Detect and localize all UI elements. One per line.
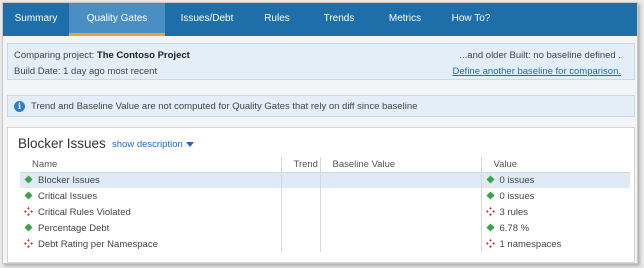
gate-name-cell: Critical Issues: [20, 188, 281, 204]
trend-cell: [280, 204, 320, 220]
column-header-name[interactable]: Name: [20, 157, 281, 173]
quality-gates-panel: Blocker Issues show description Name Tre…: [7, 127, 635, 263]
value-cell: 0 issues: [480, 188, 630, 204]
red-fail-diamond-icon: [24, 238, 33, 248]
table-row[interactable]: Critical Issues 0 issues: [20, 188, 630, 204]
app-frame: Summary Quality Gates Issues/Debt Rules …: [2, 2, 638, 264]
trend-cell: [280, 188, 320, 204]
caret-down-icon: [185, 141, 194, 147]
tab-bar: Summary Quality Gates Issues/Debt Rules …: [3, 3, 637, 36]
baseline-cell: [319, 188, 481, 204]
tab-trends[interactable]: Trends: [305, 3, 373, 36]
gate-name-cell: Blocker Issues: [20, 172, 281, 188]
trend-cell: [280, 220, 320, 236]
gate-name: Critical Issues: [38, 190, 98, 202]
show-description-label: show description: [112, 139, 183, 150]
trend-cell: [280, 236, 320, 252]
project-name: The Contoso Project: [96, 50, 190, 61]
tab-quality-gates[interactable]: Quality Gates: [69, 3, 165, 36]
table-row[interactable]: Percentage Debt 6.78 %: [20, 220, 630, 236]
table-row[interactable]: Blocker Issues 0 issues: [20, 172, 630, 188]
green-diamond-icon: [24, 175, 33, 184]
baseline-cell: [319, 220, 481, 236]
info-icon: i: [14, 101, 25, 112]
comparing-project-line: Comparing project: The Contoso Project: [14, 50, 190, 61]
gate-name: Percentage Debt: [38, 222, 110, 234]
gate-name-cell: Debt Rating per Namespace: [20, 236, 281, 252]
baseline-cell: [319, 172, 481, 188]
table-body: Blocker Issues 0 issues Critical Issues …: [20, 172, 630, 252]
value-cell: 1 namespaces: [480, 236, 630, 252]
gate-value: 0 issues: [499, 190, 535, 202]
baseline-cell: [319, 204, 481, 220]
green-diamond-icon: [485, 175, 495, 184]
green-diamond-icon: [485, 222, 495, 232]
comparing-label: Comparing project:: [14, 50, 95, 61]
gate-name-cell: Percentage Debt: [20, 220, 281, 236]
red-fail-diamond-icon: [485, 206, 495, 216]
value-cell: 6.78 %: [480, 220, 630, 236]
quality-gates-table: Name Trend Baseline Value Value Blocker …: [20, 157, 630, 252]
tab-issues-debt[interactable]: Issues/Debt: [165, 3, 249, 36]
value-cell: 3 rules: [480, 204, 630, 220]
gate-name: Critical Rules Violated: [38, 206, 131, 218]
gate-value: 1 namespaces: [499, 238, 562, 250]
baseline-cell: [319, 236, 481, 252]
green-diamond-icon: [24, 190, 33, 200]
show-description-link[interactable]: show description: [112, 139, 194, 150]
table-row[interactable]: Critical Rules Violated 3 rules: [20, 204, 630, 220]
value-cell: 0 issues: [480, 172, 630, 188]
baseline-status: ...and older Built: no baseline defined …: [459, 50, 621, 61]
baseline-notice: i Trend and Baseline Value are not compu…: [7, 95, 635, 117]
gate-name-cell: Critical Rules Violated: [20, 204, 281, 220]
gate-value: 6.78 %: [499, 222, 530, 234]
green-diamond-icon: [24, 222, 33, 232]
column-header-trend[interactable]: Trend: [280, 157, 320, 173]
gate-value: 0 issues: [499, 174, 535, 186]
tab-how-to[interactable]: How To?: [437, 3, 505, 36]
project-info-panel: Comparing project: The Contoso Project B…: [7, 43, 635, 80]
define-baseline-link[interactable]: Define another baseline for comparison.: [453, 66, 621, 77]
trend-cell: [280, 172, 320, 188]
tab-metrics[interactable]: Metrics: [373, 3, 437, 36]
panel-title: Blocker Issues: [18, 136, 106, 151]
column-header-baseline-value[interactable]: Baseline Value: [319, 157, 481, 173]
gate-value: 3 rules: [499, 206, 529, 218]
green-diamond-icon: [485, 190, 495, 200]
build-date: Build Date: 1 day ago most recent: [14, 66, 158, 77]
red-fail-diamond-icon: [24, 206, 33, 216]
table-row[interactable]: Debt Rating per Namespace 1 namespaces: [20, 236, 630, 252]
tab-summary[interactable]: Summary: [3, 3, 69, 36]
gate-name: Blocker Issues: [38, 174, 100, 186]
gate-name: Debt Rating per Namespace: [38, 238, 158, 250]
notice-text: Trend and Baseline Value are not compute…: [31, 101, 418, 112]
tab-rules[interactable]: Rules: [249, 3, 305, 36]
table-header-row: Name Trend Baseline Value Value: [20, 157, 630, 173]
red-fail-diamond-icon: [485, 238, 495, 248]
column-header-value[interactable]: Value: [480, 157, 630, 173]
